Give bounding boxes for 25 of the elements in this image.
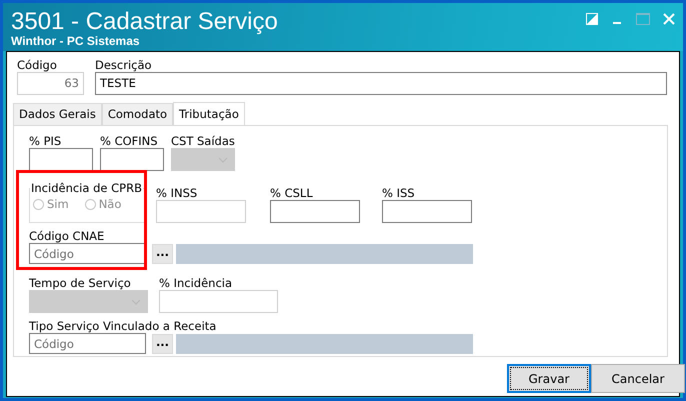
group-title: Incidência de CPRB — [30, 181, 143, 195]
field-label: Código — [17, 58, 58, 72]
lookup-button[interactable]: ... — [152, 334, 173, 354]
field-label: % COFINS — [100, 134, 159, 148]
input-field[interactable]: TESTE — [95, 72, 667, 95]
tab[interactable]: Tributação — [173, 102, 245, 126]
field-label: % PIS — [29, 134, 62, 148]
lookup-button[interactable]: ... — [152, 244, 173, 264]
field-label: Código CNAE — [29, 229, 106, 243]
dialog-button[interactable]: Gravar — [507, 364, 591, 393]
field-label: % ISS — [382, 186, 416, 200]
tab[interactable]: Dados Gerais — [13, 103, 102, 125]
input-field[interactable]: Código — [29, 333, 146, 354]
field-label: Tipo Serviço Vinculado a Receita — [29, 319, 218, 333]
tab[interactable]: Comodato — [102, 103, 174, 125]
field-label: % CSLL — [270, 186, 314, 200]
field-label: Tempo de Serviço — [29, 276, 132, 290]
window-title: 3501 - Cadastrar Serviço — [11, 9, 278, 35]
input-field[interactable]: Código — [29, 243, 146, 264]
field-label: % INSS — [156, 186, 198, 200]
field-label: CST Saídas — [171, 134, 235, 148]
dialog-button[interactable]: Cancelar — [591, 364, 685, 393]
window-subtitle: Winthor - PC Sistemas — [11, 35, 141, 47]
field-label: Descrição — [95, 58, 153, 72]
field-label: % Incidência — [159, 276, 234, 290]
